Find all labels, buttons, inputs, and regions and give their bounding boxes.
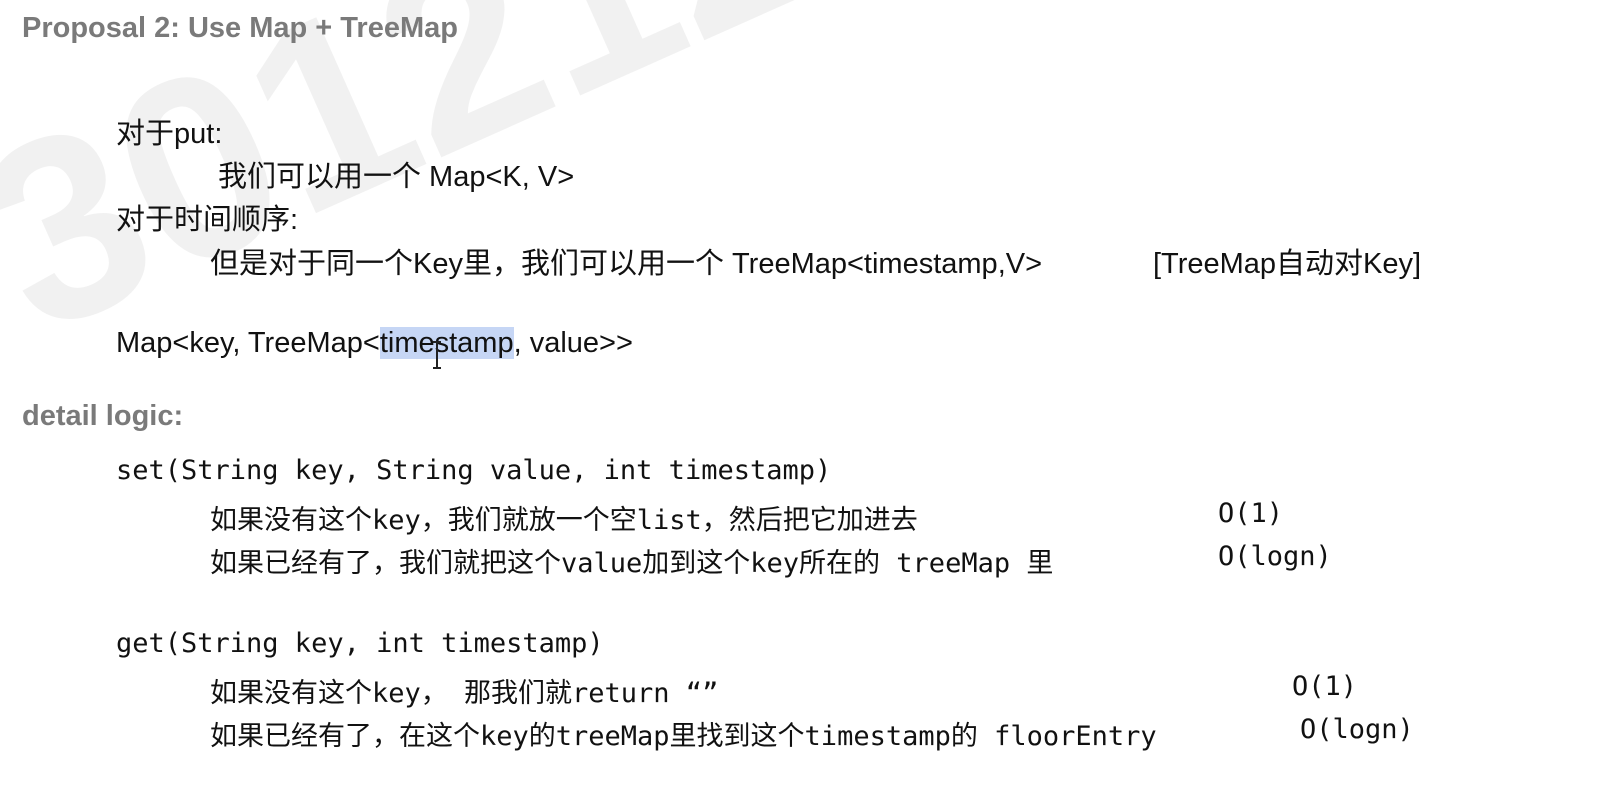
get-signature: get(String key, int timestamp) [116,628,604,659]
slide-title: Proposal 2: Use Map + TreeMap [22,12,458,44]
set-case-1-cost: O(1) [1218,498,1284,529]
order-note: [TreeMap自动对Key] [1153,248,1422,280]
order-label: 对于时间顺序: [116,204,299,236]
structure-line: Map<key, TreeMap<timestamp, value>> [116,327,633,360]
order-description: 但是对于同一个Key里，我们可以用一个 TreeMap<timestamp,V> [210,248,1043,280]
structure-after: , value>> [513,327,633,359]
structure-highlight[interactable]: timestamp [379,327,514,359]
set-case-1: 如果没有这个key，我们就放一个空list，然后把它加进去 [210,505,918,536]
set-case-2-cost: O(logn) [1218,541,1332,572]
get-case-1-cost: O(1) [1292,671,1358,702]
text-cursor-icon [433,341,441,369]
put-label: 对于put: [116,118,223,150]
get-case-2-cost: O(logn) [1300,714,1414,745]
structure-before: Map<key, TreeMap< [116,327,380,359]
set-signature: set(String key, String value, int timest… [116,455,832,486]
put-description: 我们可以用一个 Map<K, V> [218,161,575,193]
get-case-2: 如果已经有了，在这个key的treeMap里找到这个timestamp的 flo… [210,721,1157,752]
set-case-2: 如果已经有了，我们就把这个value加到这个key所在的 treeMap 里 [210,548,1054,579]
get-case-1: 如果没有这个key， 那我们就return “” [210,678,719,709]
detail-heading: detail logic: [22,400,184,432]
